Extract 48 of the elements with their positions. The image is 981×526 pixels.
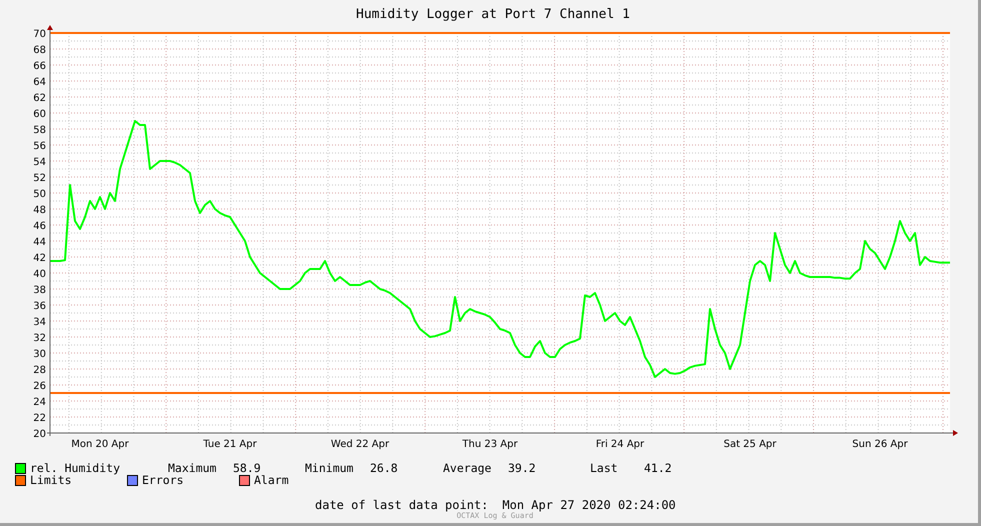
legend-label: Alarm <box>254 473 289 487</box>
y-axis-label: 52 <box>33 173 46 184</box>
x-axis-label: Sat 25 Apr <box>724 439 776 450</box>
legend-label: rel. Humidity <box>30 461 120 475</box>
y-axis-label: 40 <box>33 269 46 280</box>
stat-value: 58.9 <box>233 461 262 475</box>
y-axis-label: 36 <box>33 301 46 312</box>
x-axis-label: Fri 24 Apr <box>596 439 644 450</box>
y-axis-label: 50 <box>33 189 46 200</box>
last-data-label: date of last data point: <box>315 498 488 512</box>
stat-label: Average <box>443 461 492 475</box>
legend-label: Errors <box>142 473 184 487</box>
stat-label: Maximum <box>168 461 218 475</box>
stat-value: 39.2 <box>508 461 537 475</box>
y-axis-label: 48 <box>33 205 46 216</box>
y-axis-label: 44 <box>33 237 46 248</box>
y-axis-label: 60 <box>33 109 46 120</box>
y-axis-label: 28 <box>33 365 46 376</box>
y-axis-label: 32 <box>33 333 46 344</box>
y-axis-label: 24 <box>33 397 46 408</box>
y-axis-label: 62 <box>33 93 46 104</box>
y-axis-label: 64 <box>33 77 46 88</box>
stat-value: 41.2 <box>644 461 673 475</box>
y-axis-label: 38 <box>33 285 46 296</box>
legend-label: Limits <box>30 473 72 487</box>
stat-label: Last <box>590 461 619 475</box>
y-axis-label: 68 <box>33 45 46 56</box>
x-axis-label: Mon 20 Apr <box>71 439 129 450</box>
y-axis-label: 42 <box>33 253 46 264</box>
y-axis-label: 70 <box>33 29 46 40</box>
y-axis-label: 46 <box>33 221 46 232</box>
x-axis-label: Thu 23 Apr <box>462 439 518 450</box>
y-axis-label: 26 <box>33 381 46 392</box>
y-axis-label: 30 <box>33 349 46 360</box>
x-axis-label: Sun 26 Apr <box>852 439 908 450</box>
y-axis-label: 34 <box>33 317 46 328</box>
stat-label: Minimum <box>305 461 354 475</box>
chart-title: Humidity Logger at Port 7 Channel 1 <box>356 7 630 22</box>
y-axis-label: 66 <box>33 61 46 72</box>
stat-value: 26.8 <box>370 461 399 475</box>
y-axis-label: 54 <box>33 157 46 168</box>
y-axis-label: 56 <box>33 141 46 152</box>
y-axis-label: 20 <box>33 429 46 440</box>
last-data-value: Mon Apr 27 2020 02:24:00 <box>502 498 676 512</box>
y-axis-label: 22 <box>33 413 46 424</box>
x-axis-label: Tue 21 Apr <box>203 439 257 450</box>
x-axis-label: Wed 22 Apr <box>330 439 390 450</box>
y-axis-label: 58 <box>33 125 46 136</box>
